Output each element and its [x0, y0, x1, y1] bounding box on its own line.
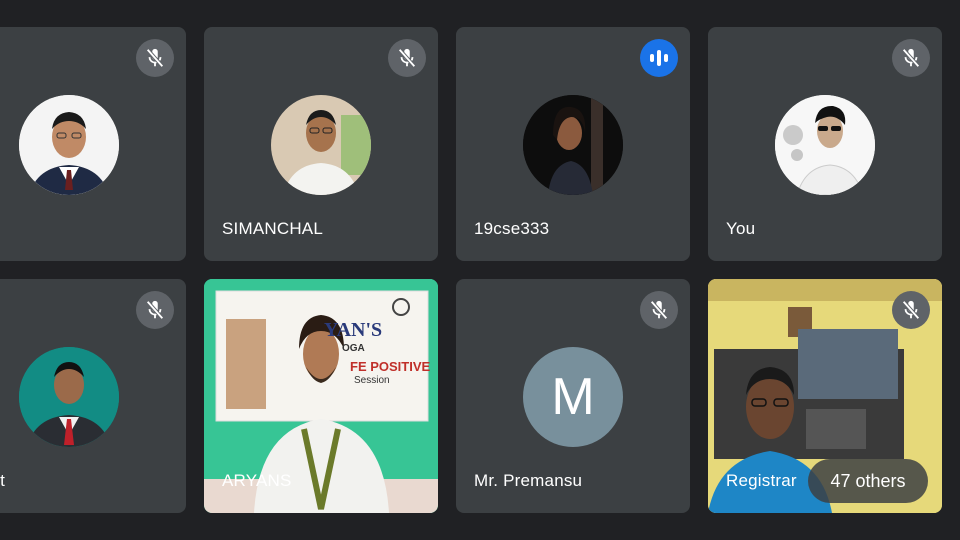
- avatar: [271, 95, 371, 195]
- avatar: [775, 95, 875, 195]
- others-count-button[interactable]: 47 others: [808, 459, 928, 503]
- avatar: [523, 95, 623, 195]
- mic-muted-icon: [136, 291, 174, 329]
- participant-tile-wajit[interactable]: wajit: [0, 279, 186, 513]
- letter-avatar: M: [523, 347, 623, 447]
- participant-name: 19cse333: [474, 219, 550, 238]
- mic-muted-icon: [388, 39, 426, 77]
- mic-muted-icon: [892, 39, 930, 77]
- banner-tagline: FE POSITIVE: [350, 359, 431, 374]
- participant-tile-19cse333[interactable]: 19cse333: [456, 27, 690, 261]
- avatar: [19, 95, 119, 195]
- participant-name: Registrar: [726, 471, 797, 490]
- speaking-indicator-icon: [640, 39, 678, 77]
- mic-muted-icon: [640, 291, 678, 329]
- participant-name: wajit: [0, 471, 6, 490]
- participant-tile-simanchal[interactable]: SIMANCHAL: [204, 27, 438, 261]
- banner-title: YAN'S: [324, 319, 383, 341]
- participant-name: Mr. Premansu: [474, 471, 583, 490]
- participant-name: You: [726, 219, 756, 238]
- participant-tile-mr-premansu[interactable]: M Mr. Premansu: [456, 279, 690, 513]
- banner-subtitle: OGA: [342, 343, 365, 354]
- mic-muted-icon: [892, 291, 930, 329]
- participant-tile-hul[interactable]: hul: [0, 27, 186, 261]
- avatar: [19, 347, 119, 447]
- participant-tile-registrar[interactable]: Registrar 47 others: [708, 279, 942, 513]
- mic-muted-icon: [136, 39, 174, 77]
- participant-name: SIMANCHAL: [222, 219, 323, 238]
- participant-name: ARYANS: [222, 471, 292, 490]
- banner-session: Session: [354, 375, 390, 386]
- participant-tile-aryans[interactable]: YAN'S OGA FE POSITIVE Session ARYANS: [204, 279, 438, 513]
- participant-tile-you[interactable]: You: [708, 27, 942, 261]
